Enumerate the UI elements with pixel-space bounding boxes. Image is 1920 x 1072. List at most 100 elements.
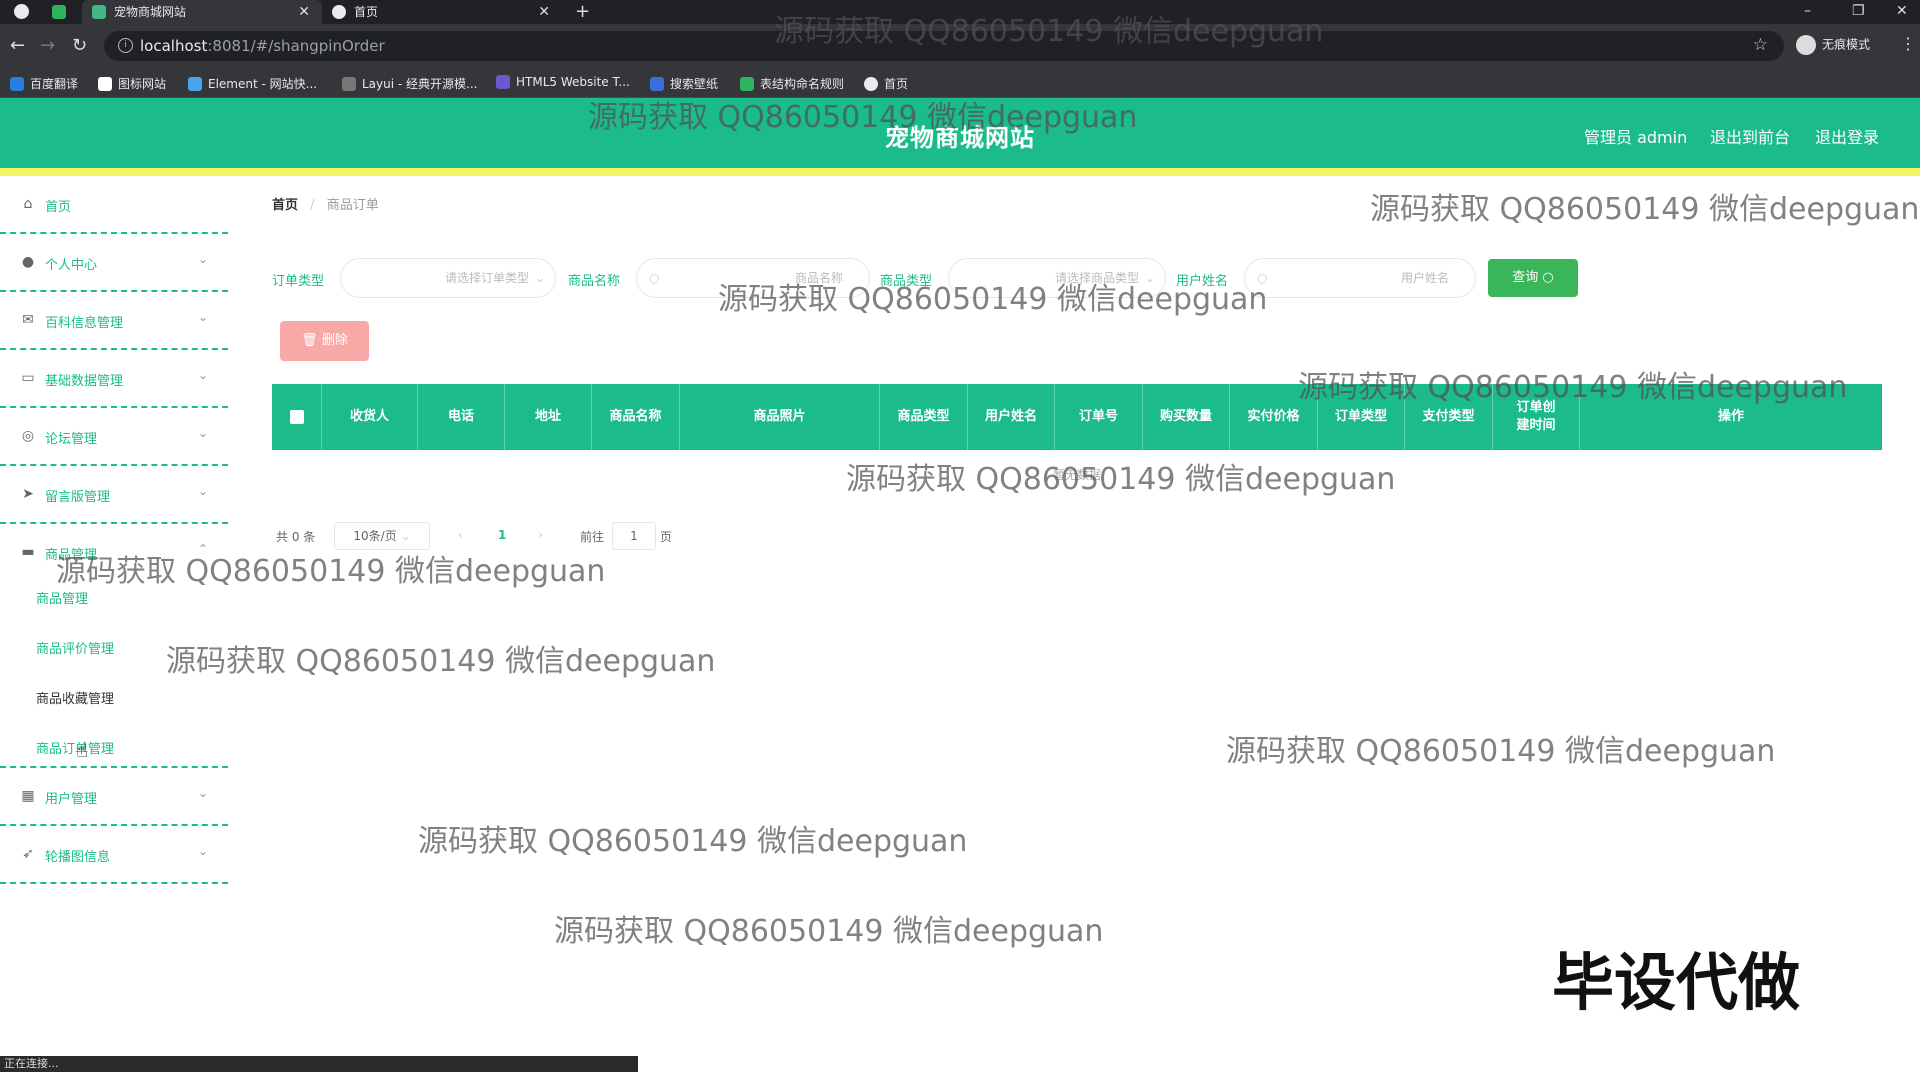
wallpaper-icon: [650, 77, 664, 91]
submenu-product-review[interactable]: 商品评价管理: [36, 638, 114, 657]
chevron-down-icon: ⌄: [197, 844, 208, 858]
browser-menu-icon[interactable]: [14, 4, 29, 19]
sidebar-item-forum[interactable]: ◎ 论坛管理 ⌄: [0, 408, 228, 466]
bookmark-item[interactable]: 图标网站: [98, 75, 166, 92]
new-tab-icon[interactable]: +: [575, 0, 590, 24]
info-icon[interactable]: i: [118, 38, 133, 53]
chevron-up-icon: ⌃: [197, 542, 208, 556]
sidebar-item-profile[interactable]: ● 个人中心 ⌄: [0, 234, 228, 292]
column-header: 购买数量: [1143, 384, 1230, 450]
html5-icon: [496, 75, 510, 89]
sidebar-item-label: 个人中心: [45, 258, 98, 273]
chevron-down-icon: ⌄: [197, 252, 208, 266]
breadcrumb-home[interactable]: 首页: [272, 198, 298, 213]
chevron-down-icon: ⌄: [197, 426, 208, 440]
chevron-down-icon: ⌄: [1144, 271, 1155, 285]
submenu-product-manage[interactable]: 商品管理: [36, 588, 88, 607]
product-name-placeholder: 商品名称: [794, 271, 843, 285]
bookmark-star-icon[interactable]: ☆: [1753, 35, 1768, 55]
more-menu-icon[interactable]: ⋮: [1900, 34, 1916, 53]
sidebar-item-products[interactable]: ▬ 商品管理 ⌃ 商品管理 商品评价管理 商品收藏管理 商品订单管理: [0, 524, 228, 768]
column-header: 操作: [1717, 409, 1744, 424]
tab-search-icon[interactable]: [52, 5, 66, 19]
page-suffix: 页: [660, 530, 673, 544]
browser-tab-bar: 宠物商城网站 ✕ 首页 ✕ + – ❐ ✕: [0, 0, 1920, 24]
submenu-product-order[interactable]: 商品订单管理: [36, 738, 114, 757]
reload-icon[interactable]: ↻: [72, 35, 87, 57]
window-close-icon[interactable]: ✕: [1896, 0, 1908, 22]
tab-inactive[interactable]: 首页 ✕: [322, 0, 562, 24]
watermark-text: 源码获取 QQ86050149 微信deepguan: [554, 914, 1104, 949]
flag-icon: [98, 77, 112, 91]
column-header: 收货人: [322, 384, 418, 450]
incognito-indicator[interactable]: 无痕模式: [1796, 35, 1870, 55]
back-icon[interactable]: ←: [10, 35, 25, 57]
restore-icon[interactable]: ❐: [1852, 0, 1865, 22]
forward-icon[interactable]: →: [40, 35, 55, 57]
bookmark-item[interactable]: Layui - 经典开源模...: [342, 75, 477, 92]
bookmark-item[interactable]: 百度翻译: [10, 75, 78, 92]
logout-link[interactable]: 退出登录: [1815, 124, 1879, 148]
empty-table-text: 暂无数据: [1052, 468, 1101, 482]
bookmark-item[interactable]: 搜索壁纸: [650, 75, 718, 92]
order-type-select[interactable]: 请选择订单类型 ⌄: [340, 258, 556, 298]
sidebar-item-label: 基础数据管理: [45, 374, 124, 389]
prev-page-icon[interactable]: ‹: [458, 528, 463, 542]
page-size-value: 10条/页: [353, 529, 397, 543]
globe-icon: [864, 77, 878, 91]
bookmarks-bar: 百度翻译 图标网站 Element - 网站快... Layui - 经典开源模…: [0, 68, 1920, 98]
sidebar-item-home[interactable]: ⌂ 首页: [0, 176, 228, 234]
order-type-label: 订单类型: [272, 274, 325, 289]
watermark-text: 源码获取 QQ86050149 微信deepguan: [166, 644, 716, 679]
chevron-down-icon: ⌄: [197, 368, 208, 382]
bookmark-item[interactable]: HTML5 Website T...: [496, 75, 630, 89]
element-icon: [188, 77, 202, 91]
doc-icon: [740, 77, 754, 91]
sidebar-item-label: 百科信息管理: [45, 316, 124, 331]
bookmark-item[interactable]: 表结构命名规则: [740, 75, 844, 92]
search-button[interactable]: 查询 ○: [1488, 259, 1578, 297]
orders-table-header: 收货人 电话 地址 商品名称 商品照片 商品类型 用户姓名 订单号 购买数量 实…: [272, 384, 1882, 450]
sidebar-item-users[interactable]: ▦ 用户管理 ⌄: [0, 768, 228, 826]
page-size-select[interactable]: 10条/页 ⌄: [334, 522, 430, 550]
column-header: 商品类型: [880, 384, 968, 450]
sidebar-item-wiki[interactable]: ✉ 百科信息管理 ⌄: [0, 292, 228, 350]
search-icon: ○: [649, 271, 660, 285]
address-bar[interactable]: i localhost:8081/#/shangpinOrder ☆: [104, 31, 1784, 61]
watermark-text: 源码获取 QQ86050149 微信deepguan: [418, 824, 968, 859]
close-icon[interactable]: ✕: [298, 0, 310, 24]
sidebar-item-carousel[interactable]: ➶ 轮播图信息 ⌄: [0, 826, 228, 884]
product-type-label: 商品类型: [880, 274, 933, 289]
delete-button[interactable]: 🗑 删除: [280, 321, 369, 361]
product-name-input[interactable]: ○ 商品名称: [636, 258, 870, 298]
submenu-product-favorite[interactable]: 商品收藏管理: [36, 688, 114, 707]
sidebar-item-guestbook[interactable]: ➤ 留言版管理 ⌄: [0, 466, 228, 524]
minimize-icon[interactable]: –: [1804, 0, 1811, 22]
watermark-text: 源码获取 QQ86050149 微信deepguan: [1226, 734, 1776, 769]
column-header: 实付价格: [1230, 384, 1318, 450]
search-button-label: 查询: [1512, 270, 1539, 285]
bookmark-item[interactable]: 首页: [864, 75, 908, 92]
goto-page-input[interactable]: 1: [612, 522, 656, 550]
to-front-link[interactable]: 退出到前台: [1710, 124, 1790, 148]
url-text[interactable]: localhost:8081/#/shangpinOrder: [140, 37, 385, 55]
next-page-icon[interactable]: ›: [538, 528, 543, 542]
sidebar-item-label: 轮播图信息: [45, 850, 111, 865]
grid-icon: ▦: [21, 788, 35, 804]
column-header: 订单类型: [1318, 384, 1405, 450]
delete-button-label: 删除: [321, 333, 348, 348]
tab-active[interactable]: 宠物商城网站 ✕: [82, 0, 322, 24]
sidebar-item-basedata[interactable]: ▭ 基础数据管理 ⌄: [0, 350, 228, 408]
close-icon[interactable]: ✕: [538, 0, 550, 24]
user-name-input[interactable]: ○ 用户姓名: [1244, 258, 1476, 298]
vue-icon: [92, 5, 106, 19]
chat-icon: ▭: [21, 370, 35, 386]
page-number[interactable]: 1: [498, 528, 506, 542]
column-header: 商品照片: [680, 384, 880, 450]
app-header: 宠物商城网站 管理员 admin 退出到前台 退出登录: [0, 98, 1920, 176]
layui-icon: [342, 77, 356, 91]
product-type-select[interactable]: 请选择商品类型 ⌄: [948, 258, 1166, 298]
bookmark-item[interactable]: Element - 网站快...: [188, 75, 317, 92]
select-all-checkbox[interactable]: [289, 410, 304, 424]
select-all-cell[interactable]: [272, 384, 322, 450]
